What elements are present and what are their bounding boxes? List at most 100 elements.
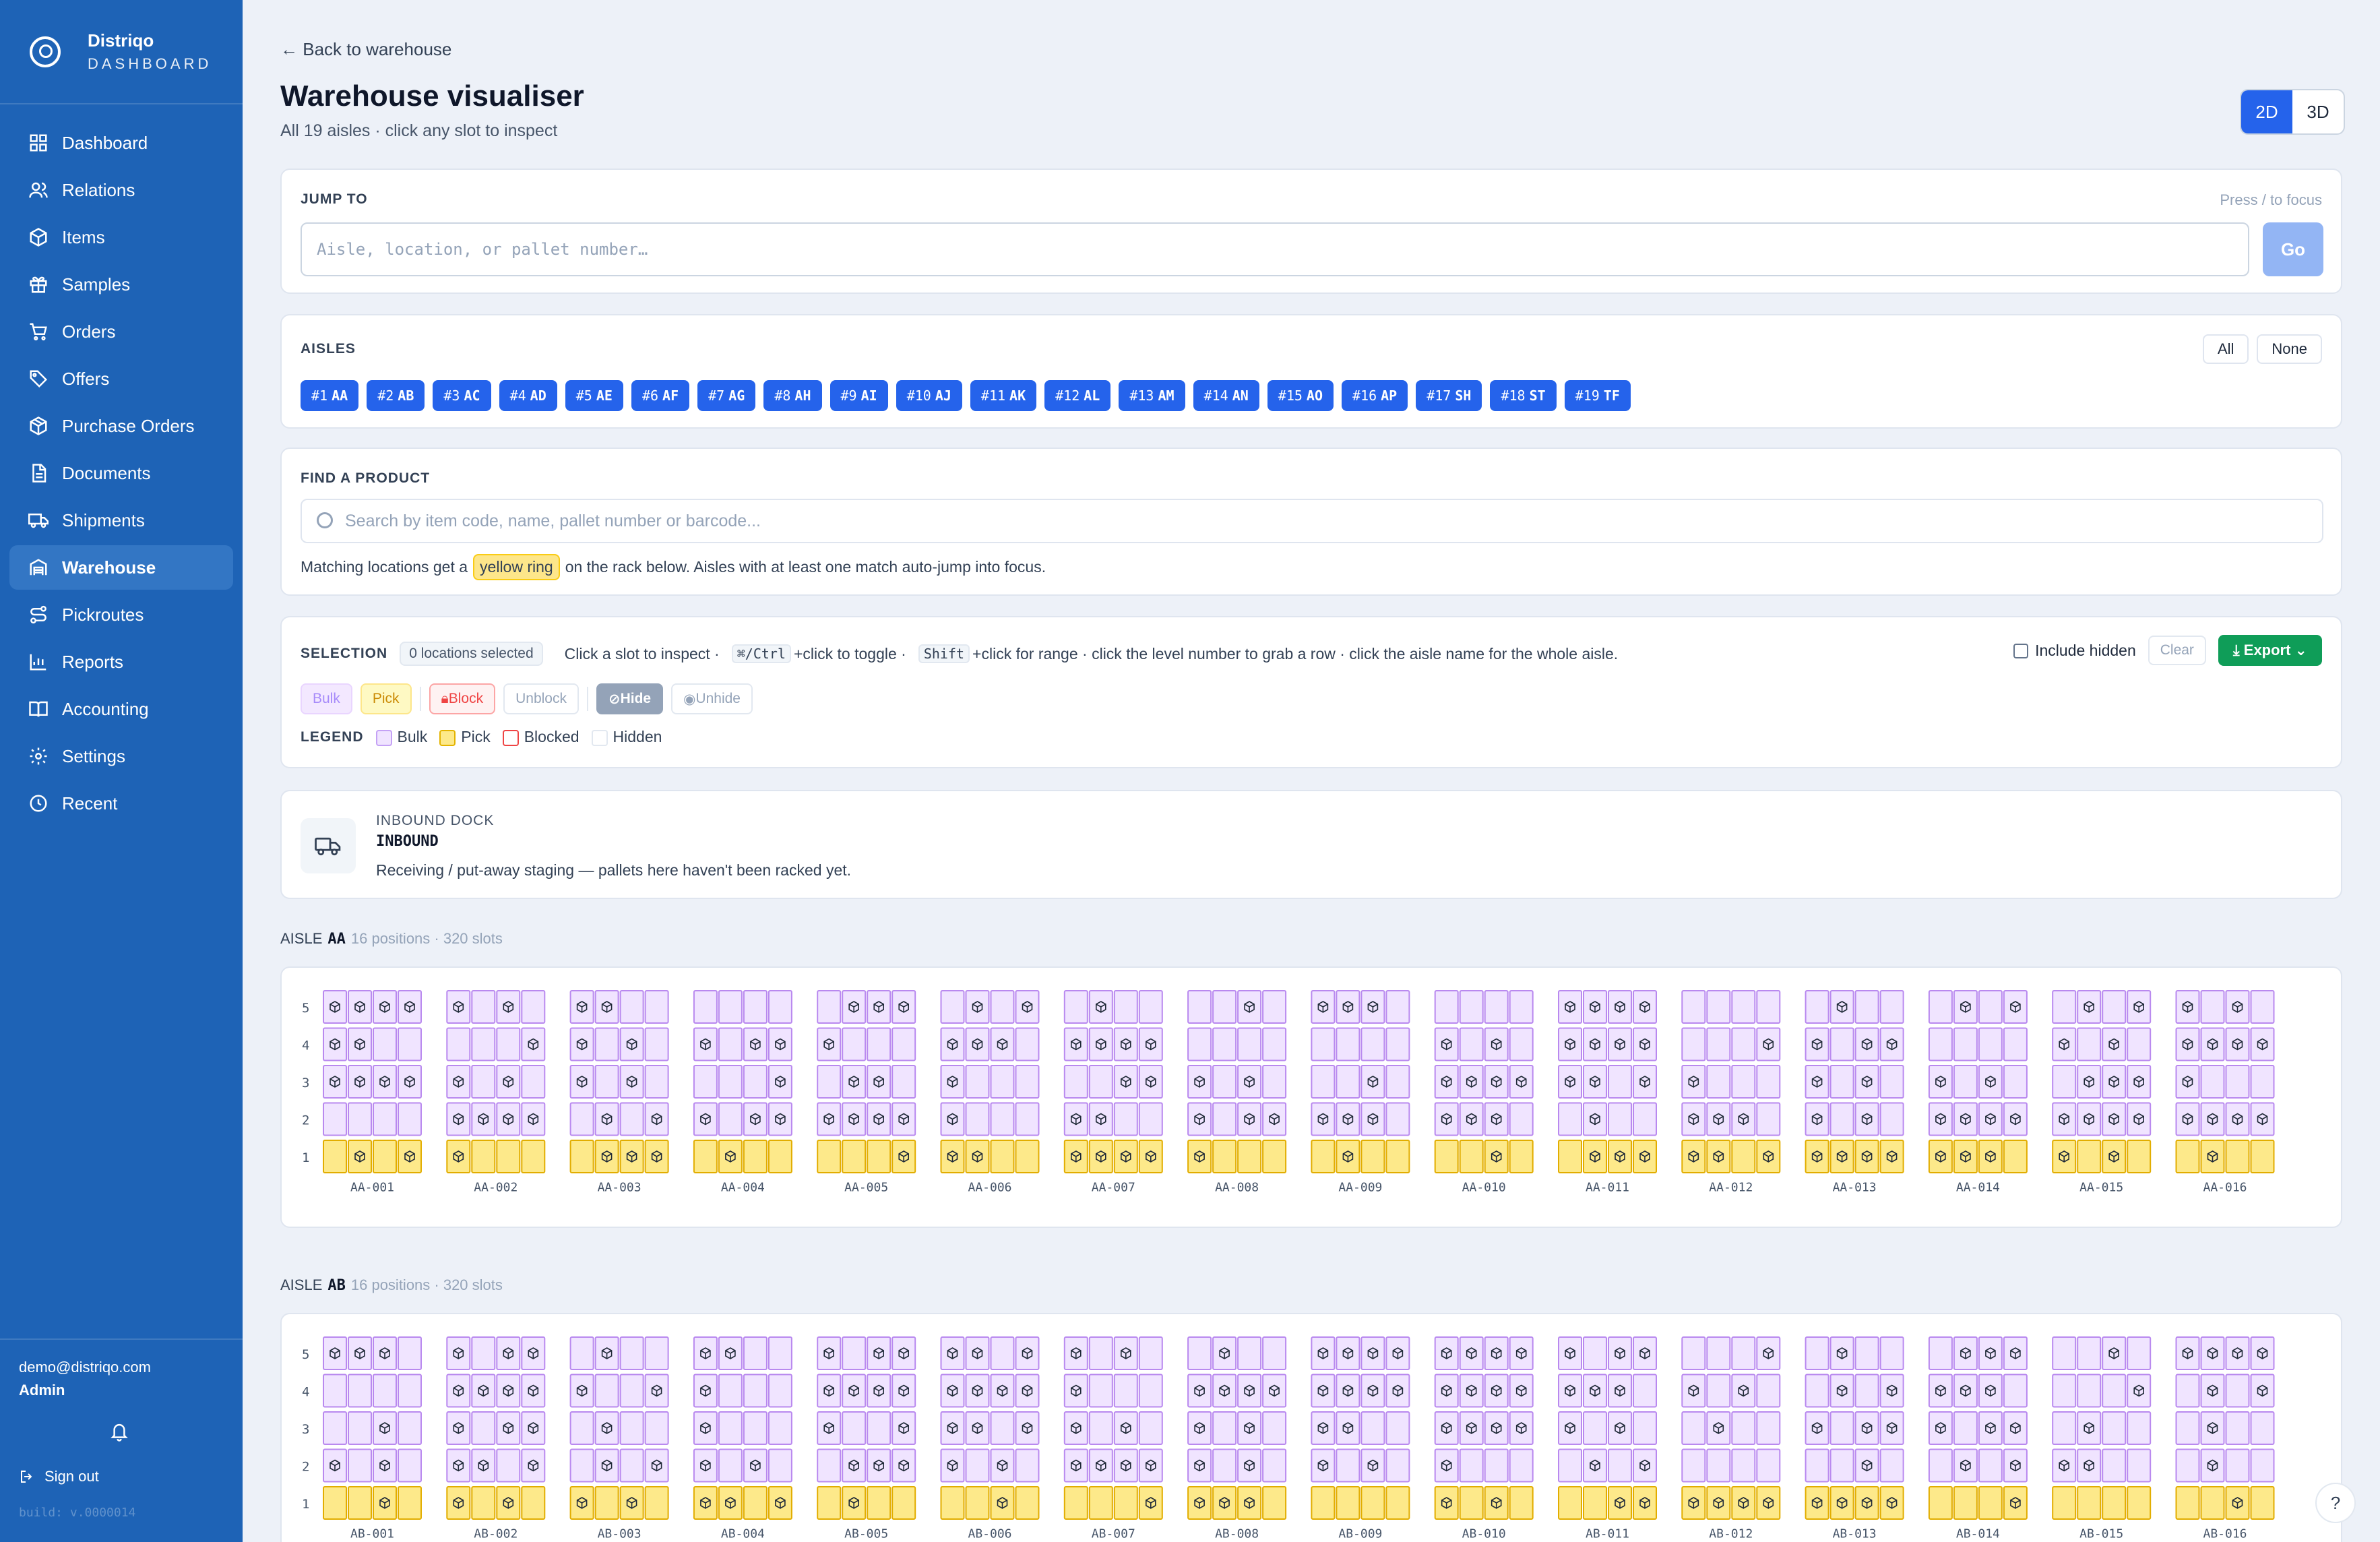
rack-slot[interactable] (1113, 1027, 1138, 1061)
rack-slot[interactable] (1262, 1486, 1287, 1520)
rack-slot[interactable] (496, 1102, 521, 1136)
rack-slot[interactable] (1558, 1486, 1582, 1520)
rack-slot[interactable] (768, 1065, 792, 1099)
rack-slot[interactable] (1978, 990, 2003, 1024)
level-number[interactable]: 2 (302, 1113, 309, 1128)
rack-slot[interactable] (1434, 1411, 1459, 1445)
rack-slot[interactable] (2225, 1140, 2250, 1173)
position-label[interactable]: AB-010 (1462, 1527, 1506, 1541)
rack-slot[interactable] (1509, 1140, 1534, 1173)
rack-slot[interactable] (1633, 1374, 1657, 1408)
rack-slot[interactable] (940, 1374, 965, 1408)
rack-slot[interactable] (1311, 1065, 1336, 1099)
rack-slot[interactable] (594, 1486, 619, 1520)
rack-slot[interactable] (842, 1065, 867, 1099)
rack-slot[interactable] (644, 1065, 669, 1099)
rack-slot[interactable] (2003, 1448, 2028, 1483)
rack-slot[interactable] (693, 1065, 718, 1099)
rack-slot[interactable] (1237, 1336, 1262, 1370)
rack-slot[interactable] (1854, 1448, 1879, 1483)
rack-slot[interactable] (940, 1027, 965, 1061)
rack-slot[interactable] (1854, 1374, 1879, 1408)
rack-slot[interactable] (471, 1448, 496, 1483)
rack-slot[interactable] (2003, 1486, 2028, 1520)
position-label[interactable]: AB-008 (1215, 1527, 1259, 1541)
rack-slot[interactable] (1953, 1140, 1978, 1173)
sidebar-item-orders[interactable]: Orders (9, 309, 233, 354)
rack-slot[interactable] (990, 1486, 1015, 1520)
rack-slot[interactable] (569, 1374, 594, 1408)
rack-slot[interactable] (1608, 1065, 1632, 1099)
rack-slot[interactable] (1978, 1336, 2003, 1370)
rack-slot[interactable] (2102, 1448, 2127, 1483)
rack-slot[interactable] (1336, 1336, 1360, 1370)
rack-slot[interactable] (521, 1027, 546, 1061)
rack-slot[interactable] (1385, 1336, 1410, 1370)
rack-slot[interactable] (1928, 1336, 1953, 1370)
rack-slot[interactable] (1681, 1486, 1706, 1520)
rack-slot[interactable] (1509, 1411, 1534, 1445)
rack-slot[interactable] (1113, 990, 1138, 1024)
rack-slot[interactable] (1731, 1448, 1756, 1483)
rack-slot[interactable] (373, 1027, 397, 1061)
rack-slot[interactable] (1829, 1140, 1854, 1173)
rack-slot[interactable] (398, 1411, 422, 1445)
rack-slot[interactable] (446, 1448, 471, 1483)
rack-slot[interactable] (990, 1448, 1015, 1483)
rack-slot[interactable] (2052, 1411, 2077, 1445)
rack-slot[interactable] (743, 1027, 768, 1061)
rack-slot[interactable] (348, 1027, 372, 1061)
rack-slot[interactable] (323, 1140, 347, 1173)
rack-slot[interactable] (471, 1411, 496, 1445)
rack-slot[interactable] (2127, 1374, 2152, 1408)
rack-slot[interactable] (1262, 990, 1287, 1024)
rack-slot[interactable] (348, 1140, 372, 1173)
rack-slot[interactable] (1459, 1448, 1484, 1483)
position-label[interactable]: AA-006 (968, 1181, 1011, 1195)
rack-slot[interactable] (1063, 1374, 1088, 1408)
rack-slot[interactable] (768, 1336, 792, 1370)
rack-slot[interactable] (2225, 1411, 2250, 1445)
rack-slot[interactable] (1088, 1065, 1113, 1099)
rack-slot[interactable] (1113, 1065, 1138, 1099)
rack-slot[interactable] (1063, 1027, 1088, 1061)
rack-slot[interactable] (619, 1374, 644, 1408)
rack-slot[interactable] (446, 1411, 471, 1445)
rack-slot[interactable] (1311, 1448, 1336, 1483)
rack-slot[interactable] (1854, 1411, 1879, 1445)
rack-slot[interactable] (1608, 1027, 1632, 1061)
rack-slot[interactable] (1311, 1027, 1336, 1061)
rack-slot[interactable] (743, 1448, 768, 1483)
rack-slot[interactable] (768, 1448, 792, 1483)
rack-slot[interactable] (323, 1065, 347, 1099)
rack-slot[interactable] (373, 1374, 397, 1408)
rack-slot[interactable] (2127, 1486, 2152, 1520)
aisle-chip-ag[interactable]: #7 AG (697, 380, 756, 411)
rack-slot[interactable] (2175, 1374, 2200, 1408)
rack-slot[interactable] (1237, 1140, 1262, 1173)
rack-slot[interactable] (2250, 1027, 2275, 1061)
rack-slot[interactable] (990, 1065, 1015, 1099)
rack-slot[interactable] (718, 1411, 743, 1445)
rack-slot[interactable] (1088, 1336, 1113, 1370)
aisle-chip-al[interactable]: #12 AL (1044, 380, 1111, 411)
rack-slot[interactable] (1829, 1336, 1854, 1370)
rack-slot[interactable] (1138, 1448, 1163, 1483)
rack-slot[interactable] (2052, 1336, 2077, 1370)
level-number[interactable]: 3 (302, 1076, 309, 1090)
rack-slot[interactable] (1805, 1065, 1829, 1099)
rack-slot[interactable] (867, 1411, 891, 1445)
position-label[interactable]: AA-003 (598, 1181, 641, 1195)
rack-slot[interactable] (867, 1065, 891, 1099)
rack-slot[interactable] (2003, 1102, 2028, 1136)
rack-slot[interactable] (867, 990, 891, 1024)
rack-slot[interactable] (2127, 1102, 2152, 1136)
rack-slot[interactable] (1336, 1102, 1360, 1136)
rack-slot[interactable] (1558, 1374, 1582, 1408)
rack-slot[interactable] (1978, 1374, 2003, 1408)
rack-slot[interactable] (1187, 1336, 1212, 1370)
rack-slot[interactable] (496, 1486, 521, 1520)
rack-slot[interactable] (1262, 1102, 1287, 1136)
rack-slot[interactable] (1063, 1411, 1088, 1445)
aisle-chip-ap[interactable]: #16 AP (1342, 380, 1408, 411)
